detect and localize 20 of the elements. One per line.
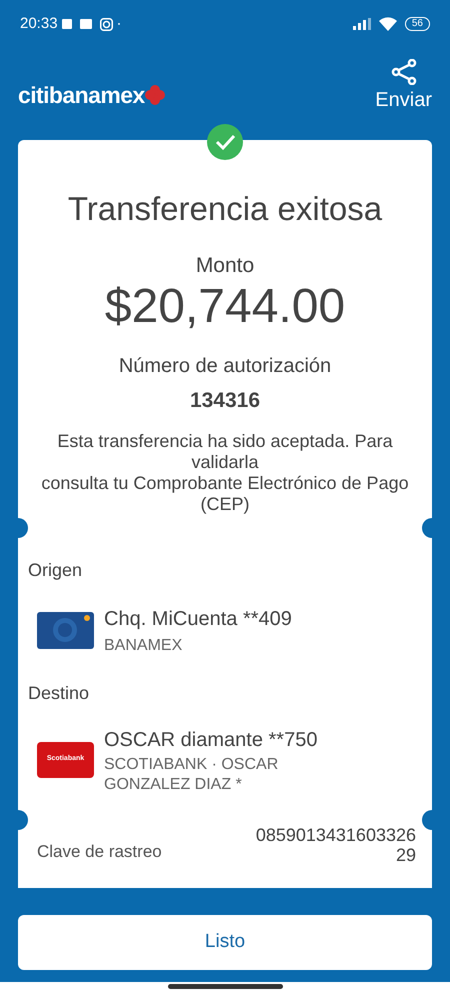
battery-icon: 56 — [404, 17, 430, 31]
amount-label: Monto — [196, 252, 254, 278]
validation-note: Esta transferencia ha sido aceptada. Para validarla consulta tu Comprobante Electrónico de Pago (CEP) — [40, 430, 410, 514]
authorization-number: 134316 — [190, 388, 260, 414]
status-dot: · — [116, 14, 122, 34]
share-button[interactable]: Enviar — [375, 59, 432, 115]
receipt-title: Transferencia exitosa — [68, 189, 382, 229]
destination-label: Destino — [28, 682, 90, 704]
status-time: 20:33 — [20, 14, 58, 34]
tracking-label: Clave de rastreo — [37, 841, 162, 863]
authorization-label: Número de autorización — [118, 354, 332, 379]
destination-account: OSCAR diamante **750 — [104, 728, 318, 752]
tracking-value: 0859013431603326 29 — [256, 824, 416, 864]
amount-value: $20,744.00 — [104, 281, 346, 333]
origin-bank: BANAMEX — [104, 636, 184, 656]
origin-label: Origen — [28, 558, 84, 582]
done-button[interactable]: Listo — [18, 915, 432, 970]
brand-logo: citibanamex — [18, 80, 145, 110]
origin-account: Chq. MiCuenta **409 — [104, 606, 292, 632]
destination-bank: SCOTIABANK · OSCAR GONZALEZ DIAZ * — [104, 754, 280, 794]
